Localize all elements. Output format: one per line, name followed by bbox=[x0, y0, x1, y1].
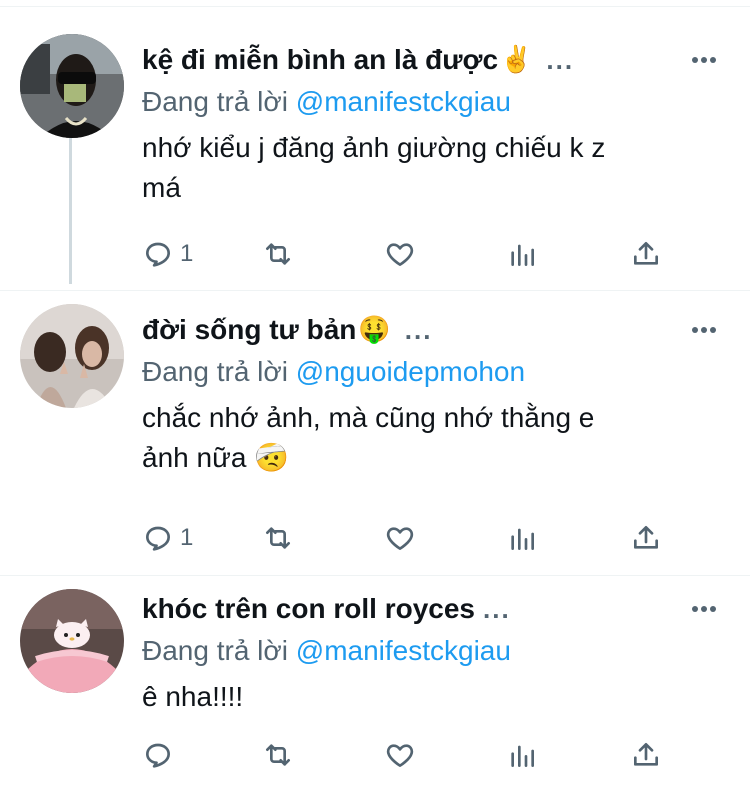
reply-handle-link[interactable]: @manifestckgiau bbox=[296, 635, 511, 666]
avatar[interactable] bbox=[20, 304, 124, 408]
avatar[interactable] bbox=[20, 34, 124, 138]
more-button[interactable] bbox=[684, 310, 724, 350]
tweet-text-line: chắc nhớ ảnh, mà cũng nhớ thằng e bbox=[142, 402, 595, 433]
analytics-icon bbox=[511, 528, 534, 550]
avatar[interactable] bbox=[20, 589, 124, 693]
tweet-header: kệ đi miễn bình an là được ✌️ ... bbox=[142, 40, 726, 80]
avatar-praying-women-icon bbox=[20, 304, 124, 408]
reply-button[interactable] bbox=[142, 735, 180, 775]
reply-button[interactable]: 1 bbox=[142, 234, 193, 274]
replying-to: Đang trả lời @manifestckgiau bbox=[142, 86, 726, 118]
more-icon bbox=[692, 327, 716, 333]
reply-prefix: Đang trả lời bbox=[142, 86, 288, 117]
reply-handle-link[interactable]: @manifestckgiau bbox=[296, 86, 511, 117]
share-icon bbox=[634, 242, 658, 265]
avatar-person-sunglasses-icon bbox=[20, 34, 124, 138]
retweet-icon bbox=[266, 527, 290, 549]
like-icon bbox=[386, 243, 414, 266]
name-truncation: ... bbox=[404, 314, 433, 345]
replying-to: Đang trả lời @manifestckgiau bbox=[142, 635, 726, 667]
more-icon bbox=[692, 606, 716, 612]
more-button[interactable] bbox=[684, 589, 724, 629]
retweet-button[interactable] bbox=[262, 234, 294, 274]
like-button[interactable] bbox=[384, 518, 416, 558]
analytics-button[interactable] bbox=[506, 234, 538, 274]
reply-prefix: Đang trả lời bbox=[142, 356, 288, 387]
action-bar bbox=[142, 735, 682, 775]
avatar-hello-kitty-bed-icon bbox=[20, 589, 124, 693]
reply-icon bbox=[146, 743, 170, 768]
display-name[interactable]: đời sống tư bản bbox=[142, 314, 356, 346]
display-name[interactable]: khóc trên con roll royces bbox=[142, 593, 475, 625]
tweet-text: ê nha!!!! bbox=[142, 677, 726, 717]
tweet-text-line: ê nha!!!! bbox=[142, 681, 244, 712]
name-emoji: 🤑 bbox=[358, 315, 391, 345]
tweet-3[interactable]: khóc trên con roll royces ... Đang trả l… bbox=[0, 575, 750, 786]
more-button[interactable] bbox=[684, 40, 724, 80]
reply-prefix: Đang trả lời bbox=[142, 635, 288, 666]
more-icon bbox=[692, 57, 716, 63]
reply-handle-link[interactable]: @nguoidepmohon bbox=[296, 356, 525, 387]
name-truncation: ... bbox=[546, 44, 575, 75]
share-icon bbox=[634, 526, 658, 549]
analytics-icon bbox=[511, 244, 534, 266]
retweet-button[interactable] bbox=[262, 518, 294, 558]
analytics-button[interactable] bbox=[506, 518, 538, 558]
share-button[interactable] bbox=[630, 234, 662, 274]
retweet-icon bbox=[266, 243, 290, 265]
retweet-button[interactable] bbox=[262, 735, 294, 775]
reply-icon bbox=[146, 242, 170, 267]
share-button[interactable] bbox=[630, 735, 662, 775]
retweet-icon bbox=[266, 744, 290, 766]
tweet-header: đời sống tư bản 🤑 ... bbox=[142, 310, 726, 350]
display-name[interactable]: kệ đi miễn bình an là được bbox=[142, 44, 498, 76]
name-truncation: ... bbox=[483, 593, 511, 624]
like-button[interactable] bbox=[384, 735, 416, 775]
analytics-icon bbox=[511, 745, 534, 767]
reply-button[interactable]: 1 bbox=[142, 518, 193, 558]
tweet-header: khóc trên con roll royces ... bbox=[142, 589, 726, 629]
replying-to: Đang trả lời @nguoidepmohon bbox=[142, 356, 726, 388]
name-emoji: ✌️ bbox=[500, 45, 533, 75]
tweet-text: chắc nhớ ảnh, mà cũng nhớ thằng e ảnh nữ… bbox=[142, 398, 726, 478]
analytics-button[interactable] bbox=[506, 735, 538, 775]
like-button[interactable] bbox=[384, 234, 416, 274]
like-icon bbox=[386, 744, 414, 767]
tweet-2[interactable]: đời sống tư bản 🤑 ... Đang trả lời @nguo… bbox=[0, 290, 750, 575]
action-bar: 1 bbox=[142, 518, 682, 558]
action-bar: 1 bbox=[142, 234, 682, 274]
tweet-1[interactable]: kệ đi miễn bình an là được ✌️ ... Đang t… bbox=[0, 0, 750, 290]
tweet-text-line: má bbox=[142, 172, 181, 203]
reply-count: 1 bbox=[180, 524, 194, 551]
tweet-text-line: nhớ kiểu j đăng ảnh giường chiếu k z bbox=[142, 132, 606, 163]
share-button[interactable] bbox=[630, 518, 662, 558]
reply-count: 1 bbox=[180, 240, 194, 267]
tweet-text: nhớ kiểu j đăng ảnh giường chiếu k z má bbox=[142, 128, 726, 208]
like-icon bbox=[386, 527, 414, 550]
share-icon bbox=[634, 743, 658, 766]
tweet-text-line: ảnh nữa 🤕 bbox=[142, 442, 290, 473]
reply-icon bbox=[146, 526, 170, 551]
